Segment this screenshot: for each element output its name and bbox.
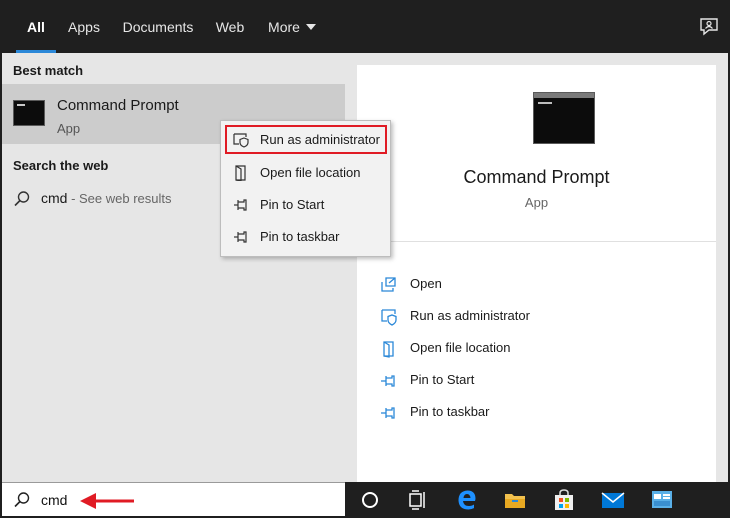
pin-icon: [234, 231, 247, 243]
open-icon: [381, 277, 396, 292]
web-result-hint: - See web results: [67, 191, 172, 206]
web-result-query: cmd: [41, 190, 68, 206]
context-item-run-as-admin-label: Run as administrator: [260, 132, 380, 147]
tab-more[interactable]: More: [264, 2, 320, 53]
tab-all[interactable]: All: [16, 2, 56, 53]
feedback-icon[interactable]: [698, 16, 720, 38]
divider: [357, 241, 716, 242]
folder-icon: [235, 165, 246, 181]
preview-pane: Command Prompt App Open Run as administr…: [345, 53, 728, 482]
preview-title: Command Prompt: [463, 167, 610, 187]
taskbar: [345, 482, 728, 516]
context-item-pin-to-taskbar[interactable]: Pin to taskbar: [221, 221, 390, 253]
context-item-open-file-location[interactable]: Open file location: [221, 157, 390, 189]
chevron-down-icon: [305, 24, 316, 31]
edge-icon[interactable]: [455, 488, 479, 512]
context-item-run-as-admin[interactable]: Run as administrator: [221, 124, 390, 156]
best-match-subtitle: App: [57, 121, 81, 136]
context-item-pin-to-start-label: Pin to Start: [260, 197, 325, 212]
action-pin-to-taskbar-label: Pin to taskbar: [410, 404, 490, 419]
filter-bar: All Apps Documents Web More: [2, 2, 728, 53]
control-panel-icon[interactable]: [650, 488, 674, 512]
mail-icon[interactable]: [601, 488, 625, 512]
action-open-label: Open: [410, 276, 442, 291]
action-pin-to-taskbar[interactable]: Pin to taskbar: [357, 396, 716, 428]
tab-apps[interactable]: Apps: [62, 2, 106, 53]
search-icon: [14, 492, 30, 508]
tab-more-label: More: [268, 19, 300, 35]
cortana-icon[interactable]: [358, 488, 382, 512]
tab-web-label: Web: [215, 19, 245, 35]
shield-icon: [233, 133, 249, 148]
tab-documents-label: Documents: [122, 19, 194, 35]
context-item-open-file-location-label: Open file location: [260, 165, 361, 180]
task-view-icon[interactable]: [406, 488, 430, 512]
context-item-pin-to-taskbar-label: Pin to taskbar: [260, 229, 340, 244]
context-menu: Run as administrator Open file location …: [220, 120, 391, 257]
action-run-as-admin[interactable]: Run as administrator: [357, 300, 716, 332]
tab-documents[interactable]: Documents: [119, 2, 197, 53]
action-pin-to-start[interactable]: Pin to Start: [357, 364, 716, 396]
context-item-pin-to-start[interactable]: Pin to Start: [221, 189, 390, 221]
search-web-header: Search the web: [13, 158, 109, 173]
app-preview-card: Command Prompt App Open Run as administr…: [357, 65, 716, 482]
command-prompt-icon: [13, 100, 45, 126]
search-icon: [14, 191, 30, 207]
preview-subtitle: App: [524, 195, 549, 210]
results-pane: Best match Command Prompt App Search the…: [2, 53, 345, 482]
search-box[interactable]: cmd: [2, 482, 345, 516]
best-match-title: Command Prompt: [57, 97, 179, 114]
action-run-as-admin-label: Run as administrator: [410, 308, 530, 323]
arrow-annotation-icon: [80, 493, 134, 509]
store-icon[interactable]: [552, 488, 576, 512]
command-prompt-large-icon: [533, 92, 595, 144]
search-input[interactable]: cmd: [41, 492, 67, 508]
action-open[interactable]: Open: [357, 268, 716, 300]
tab-all-label: All: [27, 19, 45, 35]
folder-icon: [383, 341, 394, 358]
tab-apps-label: Apps: [68, 19, 100, 35]
search-window: All Apps Documents Web More Best match C…: [0, 0, 730, 518]
shield-icon: [381, 309, 397, 326]
pin-icon: [381, 407, 395, 419]
file-explorer-icon[interactable]: [503, 488, 527, 512]
pin-icon: [234, 199, 247, 211]
best-match-header: Best match: [13, 63, 84, 78]
tab-web[interactable]: Web: [210, 2, 250, 53]
pin-icon: [381, 375, 395, 387]
action-open-file-location-label: Open file location: [410, 340, 511, 355]
action-pin-to-start-label: Pin to Start: [410, 372, 475, 387]
action-open-file-location[interactable]: Open file location: [357, 332, 716, 364]
